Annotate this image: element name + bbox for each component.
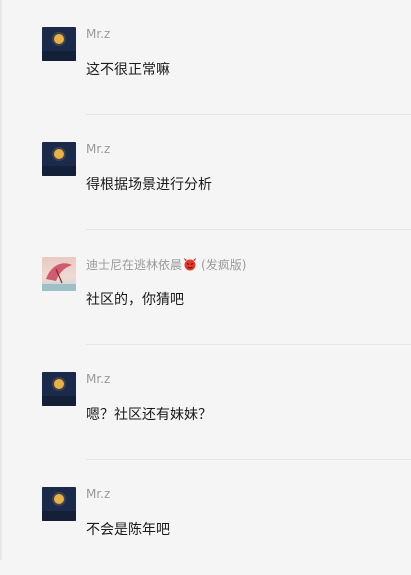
sender-name[interactable]: Mr.z xyxy=(86,372,110,386)
sender-name[interactable]: Mr.z xyxy=(86,487,110,501)
moon-night-avatar-icon xyxy=(42,142,76,176)
sender-name[interactable]: 迪士尼在逃林依晨 xyxy=(86,256,182,273)
moon-night-avatar-icon xyxy=(42,27,76,61)
sender-row: Mr.z xyxy=(86,140,110,158)
moon-night-avatar-icon xyxy=(42,487,76,521)
message-item: Mr.z 得根据场景进行分析 xyxy=(0,115,411,230)
sender-name[interactable]: Mr.z xyxy=(86,27,110,41)
devil-emoji-icon xyxy=(183,257,197,271)
sender-name[interactable]: Mr.z xyxy=(86,142,110,156)
sender-avatar[interactable] xyxy=(42,257,76,291)
message-item: 迪士尼在逃林依晨 (发疯版) 社区的，你猜吧 xyxy=(0,230,411,345)
message-item: Mr.z 这不很正常嘛 xyxy=(0,0,411,115)
message-text: 嗯？社区还有妹妹？ xyxy=(86,407,212,423)
message-text: 这不很正常嘛 xyxy=(86,62,170,78)
sender-row: Mr.z xyxy=(86,485,110,503)
message-item: Mr.z 嗯？社区还有妹妹？ xyxy=(0,345,411,460)
sender-avatar[interactable] xyxy=(42,487,76,521)
message-text: 社区的，你猜吧 xyxy=(86,292,184,308)
sender-row: Mr.z xyxy=(86,370,110,388)
sender-avatar[interactable] xyxy=(42,27,76,61)
illustration-avatar-icon xyxy=(42,257,76,291)
message-text: 不会是陈年吧 xyxy=(86,522,170,538)
message-text: 得根据场景进行分析 xyxy=(86,177,212,193)
sender-row: 迪士尼在逃林依晨 (发疯版) xyxy=(86,255,246,273)
moon-night-avatar-icon xyxy=(42,372,76,406)
sender-avatar[interactable] xyxy=(42,142,76,176)
sender-avatar[interactable] xyxy=(42,372,76,406)
sender-tag: (发疯版) xyxy=(201,257,247,272)
chat-message-list: Mr.z 这不很正常嘛 Mr.z 得根据场景进行分析 迪士尼在逃林依晨 (发疯版… xyxy=(0,0,411,560)
message-item: Mr.z 不会是陈年吧 xyxy=(0,460,411,575)
sender-row: Mr.z xyxy=(86,25,110,43)
